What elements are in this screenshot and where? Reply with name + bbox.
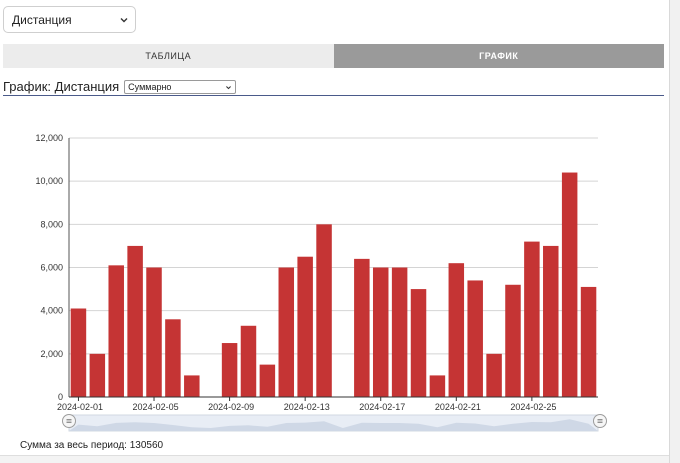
bar-2024-02-09[interactable] — [221, 343, 238, 397]
x-tick-label: 2024-02-17 — [359, 402, 405, 412]
x-tick-label: 2024-02-21 — [435, 402, 481, 412]
metric-select[interactable]: Дистанция — [3, 6, 136, 33]
bar-2024-02-03[interactable] — [108, 265, 124, 397]
bar-2024-02-25[interactable] — [524, 241, 540, 397]
bar-2024-02-12[interactable] — [278, 267, 295, 398]
chart-title: График: Дистанция — [3, 79, 120, 94]
bar-2024-02-02[interactable] — [89, 353, 106, 397]
x-tick-label: 2024-02-01 — [57, 402, 103, 412]
bar-2024-02-17[interactable] — [372, 267, 389, 398]
bar-2024-02-14[interactable] — [316, 224, 332, 397]
bar-2024-02-04[interactable] — [127, 245, 143, 397]
bar-2024-02-27[interactable] — [561, 172, 578, 397]
bar-2024-02-19[interactable] — [410, 289, 427, 397]
bar-2024-02-16[interactable] — [354, 258, 370, 397]
y-tick-label: 12,000 — [35, 133, 63, 143]
aggregation-select[interactable]: Суммарно — [124, 79, 237, 94]
chevron-down-icon — [226, 85, 232, 89]
y-tick-label: 10,000 — [35, 176, 63, 186]
panel-bottom-edge — [0, 455, 669, 463]
bar-2024-02-07[interactable] — [184, 375, 200, 397]
y-tick-label: 2,000 — [40, 349, 63, 359]
view-tabs: ТАБЛИЦА ГРАФИК — [3, 44, 664, 68]
bar-2024-02-22[interactable] — [467, 280, 483, 397]
bar-2024-02-26[interactable] — [543, 245, 559, 397]
bar-2024-02-13[interactable] — [297, 256, 313, 397]
bar-2024-02-28[interactable] — [580, 286, 597, 397]
bar-2024-02-20[interactable] — [429, 375, 446, 397]
bar-2024-02-06[interactable] — [165, 319, 181, 397]
bar-2024-02-11[interactable] — [259, 364, 276, 397]
y-tick-label: 0 — [58, 392, 63, 402]
y-tick-label: 6,000 — [40, 263, 63, 273]
y-tick-label: 8,000 — [40, 219, 63, 229]
x-tick-label: 2024-02-09 — [208, 402, 254, 412]
chevron-down-icon — [120, 18, 128, 23]
distance-bar-chart: 0 2,000 4,000 6,000 8,000 10,000 12,000 2024-02… — [35, 133, 607, 432]
bar-2024-02-18[interactable] — [391, 267, 408, 398]
bar-2024-02-21[interactable] — [448, 263, 465, 397]
bar-2024-02-24[interactable] — [505, 284, 521, 397]
x-tick-label: 2024-02-13 — [284, 402, 330, 412]
chart-heading: График: Дистанция Суммарно — [3, 78, 664, 96]
metric-select-value: Дистанция — [12, 12, 72, 27]
tab-table[interactable]: ТАБЛИЦА — [3, 44, 334, 68]
tab-chart[interactable]: ГРАФИК — [333, 44, 664, 68]
period-total: Сумма за весь период: 130560 — [20, 440, 164, 451]
bar-2024-02-01[interactable] — [70, 308, 87, 397]
bar-2024-02-10[interactable] — [240, 325, 257, 397]
x-tick-label: 2024-02-05 — [133, 402, 179, 412]
y-tick-label: 4,000 — [40, 306, 63, 316]
range-handle-right[interactable] — [593, 414, 607, 428]
bar-2024-02-05[interactable] — [146, 267, 162, 398]
page-right-edge — [669, 0, 680, 463]
range-handle-left[interactable] — [62, 414, 76, 428]
aggregation-select-value: Суммарно — [128, 81, 172, 92]
x-tick-label: 2024-02-25 — [510, 402, 556, 412]
bar-2024-02-23[interactable] — [486, 353, 502, 397]
